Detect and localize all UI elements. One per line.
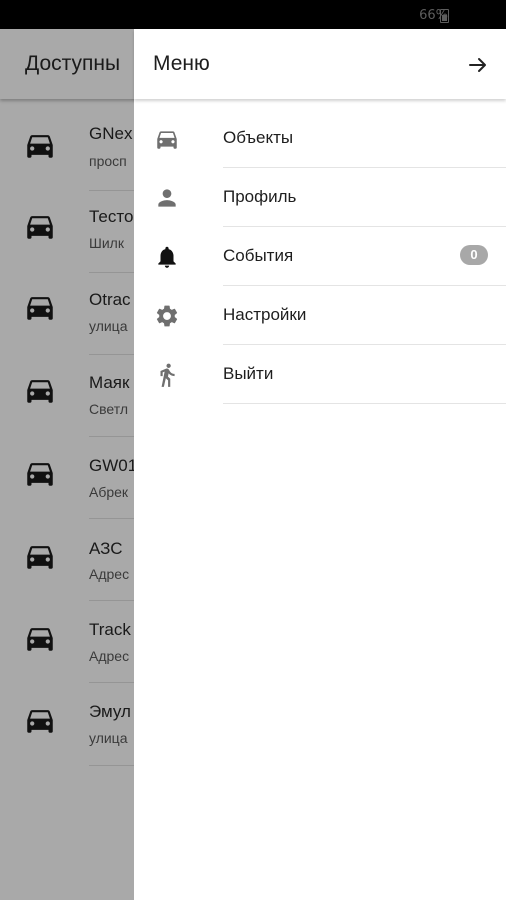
menu-item-objects[interactable]: Объекты [134,109,506,168]
menu-item-label: Объекты [223,128,294,147]
arrow-right-icon[interactable] [466,53,490,77]
car-icon [22,456,58,490]
menu-item-settings[interactable]: Настройки [134,286,506,345]
menu-item-label: Выйти [223,364,274,383]
events-count-badge: 0 [460,245,488,265]
gear-icon [156,305,178,327]
menu-item-label: Настройки [223,305,307,324]
list-item-subtitle: Шилк [89,235,124,251]
menu-item-label: Профиль [223,187,297,206]
car-icon [22,703,58,737]
list-item-title: GW01 [89,456,138,475]
list-item-subtitle: Светл [89,401,128,417]
status-bar: 66% [0,0,506,29]
list-item-title: Маяк [89,373,130,392]
background-title: Доступны [25,52,121,75]
menu-item-events[interactable]: События 0 [134,227,506,286]
drawer-header: Меню [134,29,506,99]
list-item-subtitle: улица [89,318,128,334]
car-icon [22,539,58,573]
list-item-subtitle: Адрес [89,566,130,582]
list-item-title: Track [89,620,131,639]
menu-item-label: События [223,246,294,265]
car-icon [22,373,58,407]
list-item-title: Otrac [89,290,131,309]
car-icon [22,290,58,324]
list-item-title: АЗС [89,539,123,558]
list-item-subtitle: Адрес [89,648,130,664]
menu-item-logout[interactable]: Выйти [134,345,506,404]
car-icon [22,621,58,655]
walking-person-icon [160,363,175,387]
list-item-subtitle: просп [89,153,127,169]
car-icon [154,126,180,152]
car-icon [22,128,58,162]
bell-icon [158,246,176,268]
list-item-title: Эмул [89,702,131,721]
menu-item-profile[interactable]: Профиль [134,168,506,227]
car-icon [22,209,58,243]
navigation-drawer: Меню Объекты Профиль События 0 Настройки [134,29,506,900]
list-item-subtitle: улица [89,730,128,746]
battery-icon [440,9,449,23]
divider [223,403,506,404]
list-item-subtitle: Абрек [89,484,129,500]
drawer-title: Меню [153,52,210,75]
list-item-title: Тесто [89,207,134,226]
person-icon [158,189,176,207]
list-item-title: GNex [89,124,133,143]
